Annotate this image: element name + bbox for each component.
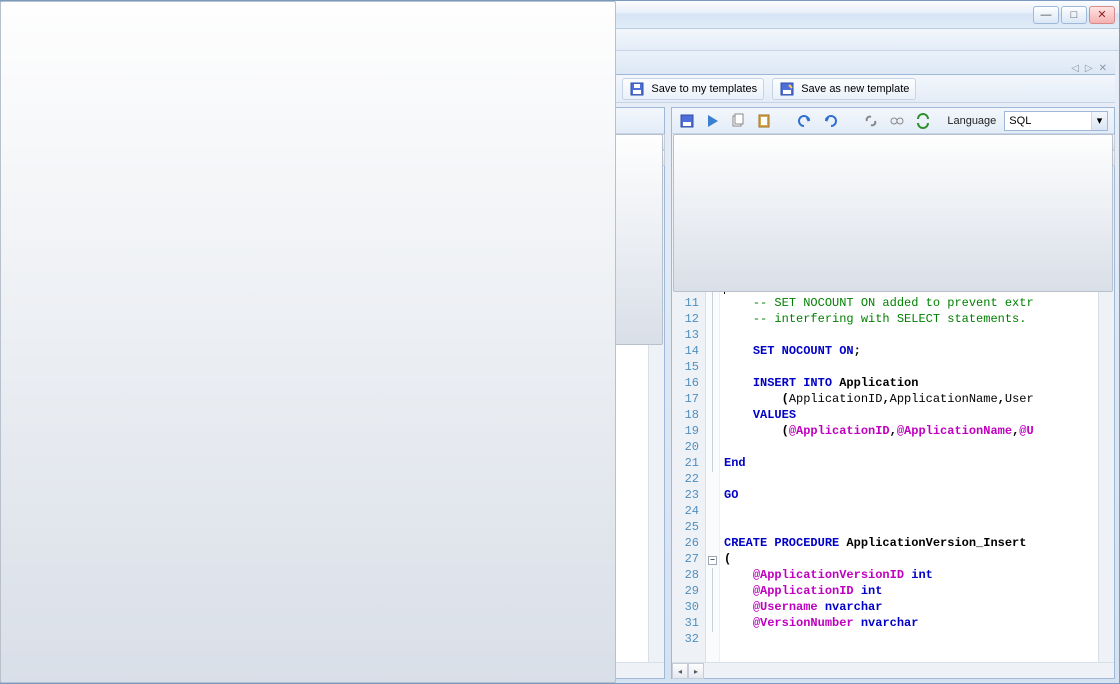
save-icon[interactable] — [678, 111, 696, 131]
maximize-icon: □ — [1071, 9, 1078, 21]
close-button[interactable]: ✕ — [1089, 6, 1115, 24]
language-label: Language — [947, 115, 996, 127]
sync-icon[interactable] — [914, 111, 932, 131]
link-icon[interactable] — [862, 111, 880, 131]
save-as-icon — [779, 81, 795, 97]
tab-next-icon[interactable]: ▷ — [1085, 63, 1093, 74]
save-as-label: Save as new template — [801, 83, 909, 95]
save-icon — [629, 81, 645, 97]
app-window: V3 CodeGeneratorPro V3 — □ ✕ File Logout… — [0, 0, 1120, 684]
close-icon: ✕ — [1097, 8, 1106, 21]
right-vscrollbar[interactable]: ▴▾ — [1098, 134, 1114, 662]
redo-icon[interactable] — [822, 111, 840, 131]
right-editor: Language SQL ▾ 1234567891011121314151617… — [671, 107, 1115, 679]
paste-icon[interactable] — [755, 111, 773, 131]
maximize-button[interactable]: □ — [1061, 6, 1087, 24]
save-my-button[interactable]: Save to my templates — [622, 78, 764, 100]
right-hscrollbar[interactable]: ◂▸ — [672, 662, 1114, 678]
chevron-down-icon: ▾ — [1091, 112, 1107, 130]
save-my-label: Save to my templates — [651, 83, 757, 95]
tab-close-icon[interactable]: ✕ — [1099, 63, 1107, 74]
main-area: aspnet_Paths ◁ ▷ ✕ Execute template code… — [221, 51, 1115, 679]
language-combo[interactable]: SQL ▾ — [1004, 111, 1108, 131]
copy-icon[interactable] — [729, 111, 747, 131]
minimize-button[interactable]: — — [1033, 6, 1059, 24]
left-vscrollbar[interactable]: ▴▾ — [648, 134, 664, 662]
save-as-button[interactable]: Save as new template — [772, 78, 916, 100]
link2-icon[interactable] — [888, 111, 906, 131]
language-value: SQL — [1009, 115, 1103, 127]
undo-icon[interactable] — [796, 111, 814, 131]
editors: 1234567891011121314151617181920212223242… — [221, 103, 1115, 679]
run-icon[interactable] — [704, 111, 722, 131]
right-editor-toolbar: Language SQL ▾ — [672, 108, 1114, 134]
minimize-icon: — — [1041, 9, 1052, 21]
tab-prev-icon[interactable]: ◁ — [1071, 63, 1079, 74]
fold-minus-icon[interactable]: − — [708, 556, 717, 565]
